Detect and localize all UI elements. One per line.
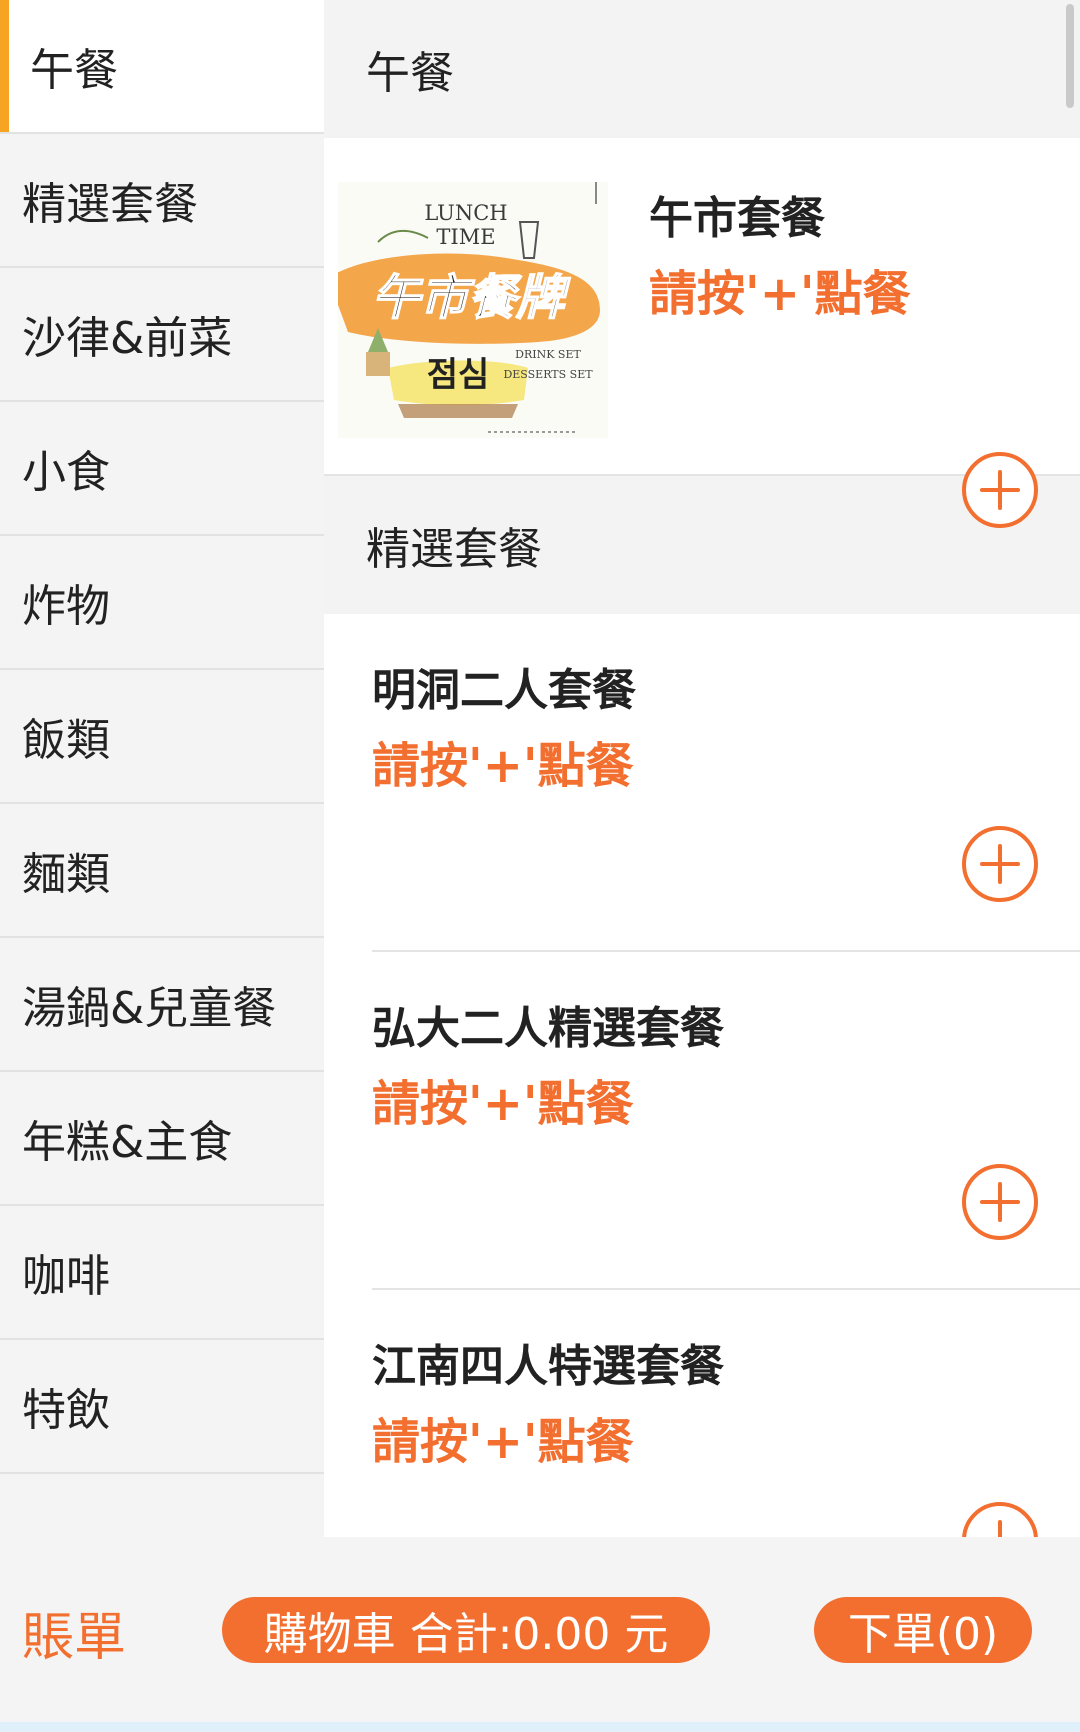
add-to-cart-button[interactable]: [962, 826, 1038, 902]
sidebar-item-label: 年糕&主食: [22, 1117, 233, 1168]
add-to-cart-button[interactable]: [962, 1164, 1038, 1240]
sidebar-item-label: 精選套餐: [22, 179, 198, 230]
sidebar-item-soup-kids[interactable]: 湯鍋&兒童餐: [0, 938, 324, 1072]
section-header-lunch: 午餐: [324, 0, 1080, 138]
bottom-bar: 賬單 購物車 合計:0.00 元 下單(0): [0, 1537, 1080, 1722]
item-order-hint: 請按'+'點餐: [372, 1414, 634, 1470]
plus-circle-icon: [980, 1182, 1020, 1222]
item-name: 弘大二人精選套餐: [372, 1003, 724, 1054]
image-text-line2: TIME: [436, 225, 495, 249]
sidebar-item-lunch[interactable]: 午餐: [0, 0, 324, 134]
lunch-menu-illustration: LUNCH TIME 午市餐牌 점심 DRINK SET DESSERTS SE…: [338, 182, 608, 438]
sidebar-item-special-drinks[interactable]: 特飲: [0, 1340, 324, 1474]
image-banner-text: 午市餐牌: [372, 270, 571, 326]
image-set1-text: DRINK SET: [515, 348, 581, 361]
image-text-line1: LUNCH: [424, 201, 507, 225]
section-title: 午餐: [366, 48, 454, 99]
menu-item-myeongdong-set[interactable]: 明洞二人套餐 請按'+'點餐: [324, 614, 1080, 952]
sidebar-item-label: 特飲: [22, 1385, 110, 1436]
sidebar-item-salad-starters[interactable]: 沙律&前菜: [0, 268, 324, 402]
menu-item-gangnam-set[interactable]: 江南四人特選套餐 請按'+'點餐: [324, 1290, 1080, 1537]
menu-item-lunch-set[interactable]: LUNCH TIME 午市餐牌 점심 DRINK SET DESSERTS SE…: [324, 138, 1080, 528]
image-set2-text: DESSERTS SET: [503, 368, 593, 381]
sidebar-item-label: 午餐: [30, 45, 118, 96]
item-name: 江南四人特選套餐: [372, 1341, 724, 1392]
app-root: 午餐 精選套餐 沙律&前菜 小食 炸物 飯類 麵類 湯鍋&兒童餐 年糕&主食 咖…: [0, 0, 1080, 1732]
item-order-hint: 請按'+'點餐: [649, 266, 911, 322]
sidebar-item-label: 咖啡: [22, 1251, 110, 1302]
sidebar-item-rice[interactable]: 飯類: [0, 670, 324, 804]
category-sidebar: 午餐 精選套餐 沙律&前菜 小食 炸物 飯類 麵類 湯鍋&兒童餐 年糕&主食 咖…: [0, 0, 324, 1537]
cart-total-button[interactable]: 購物車 合計:0.00 元: [222, 1597, 710, 1663]
sidebar-item-label: 麵類: [22, 849, 110, 900]
plus-circle-icon: [998, 1520, 1002, 1537]
bill-button[interactable]: 賬單: [22, 1595, 126, 1670]
sidebar-item-label: 飯類: [22, 715, 110, 766]
item-order-hint: 請按'+'點餐: [372, 738, 634, 794]
item-name: 明洞二人套餐: [372, 665, 636, 716]
lunch-menu-image: LUNCH TIME 午市餐牌 점심 DRINK SET DESSERTS SE…: [338, 182, 608, 438]
section-title: 精選套餐: [366, 524, 542, 575]
sidebar-item-featured-sets[interactable]: 精選套餐: [0, 134, 324, 268]
add-to-cart-button[interactable]: [962, 452, 1038, 528]
plus-circle-icon: [980, 844, 1020, 884]
plus-circle-icon: [980, 470, 1020, 510]
sidebar-item-label: 小食: [22, 447, 110, 498]
sidebar-item-coffee[interactable]: 咖啡: [0, 1206, 324, 1340]
sidebar-item-snacks[interactable]: 小食: [0, 402, 324, 536]
sidebar-item-ricecake-staples[interactable]: 年糕&主食: [0, 1072, 324, 1206]
sidebar-item-label: 沙律&前菜: [22, 313, 233, 364]
sidebar-item-noodles[interactable]: 麵類: [0, 804, 324, 938]
scrollbar[interactable]: [1066, 4, 1074, 108]
menu-content[interactable]: 午餐 LUNCH TIME 午市餐牌 점심 DRINK SET DESSERTS…: [324, 0, 1080, 1537]
sidebar-item-label: 炸物: [22, 581, 110, 632]
item-name: 午市套餐: [649, 193, 825, 244]
sidebar-item-label: 湯鍋&兒童餐: [22, 983, 277, 1034]
bottom-edge-strip: [0, 1722, 1080, 1732]
image-korean-text: 점심: [427, 355, 490, 395]
sidebar-item-fried[interactable]: 炸物: [0, 536, 324, 670]
menu-item-hongdae-set[interactable]: 弘大二人精選套餐 請按'+'點餐: [324, 952, 1080, 1290]
add-to-cart-button[interactable]: [962, 1502, 1038, 1537]
item-order-hint: 請按'+'點餐: [372, 1076, 634, 1132]
place-order-button[interactable]: 下單(0): [814, 1597, 1032, 1663]
